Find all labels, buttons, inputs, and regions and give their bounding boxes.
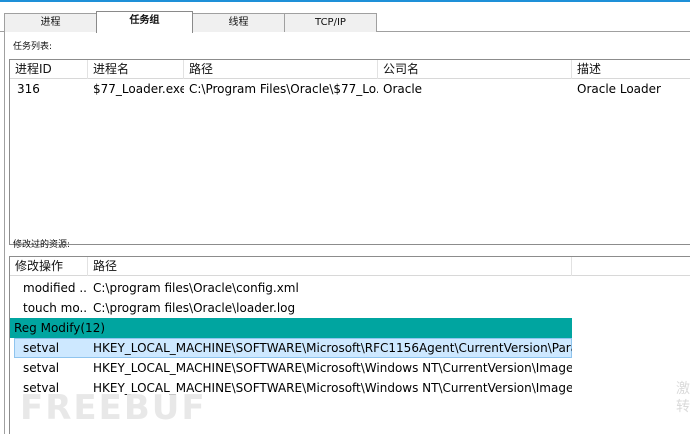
modified-resources-view[interactable]: 修改操作 路径 modified ... C:\program files\Or… [9, 256, 690, 434]
column-header-resource-path[interactable]: 路径 [88, 257, 572, 276]
cell-operation: modified ... [23, 281, 88, 295]
column-header-process-name[interactable]: 进程名 [88, 60, 184, 79]
list-item[interactable]: setval HKEY_LOCAL_MACHINE\SOFTWARE\Micro… [10, 378, 690, 398]
column-header-empty [572, 257, 690, 276]
cell-operation: touch mo... [23, 301, 88, 315]
reg-modify-group-header[interactable]: Reg Modify(12) [10, 318, 572, 338]
cell-description: Oracle Loader [577, 82, 661, 96]
cell-path: C:\Program Files\Oracle\$77_Lo... [189, 82, 378, 96]
task-list-view[interactable]: 进程ID 进程名 路径 公司名 描述 316 $77_Loader.exe C:… [9, 59, 690, 245]
cell-resource-path: HKEY_LOCAL_MACHINE\SOFTWARE\Microsoft\RF… [93, 341, 572, 355]
cell-process-name: $77_Loader.exe [93, 82, 184, 96]
modified-resources-header: 修改操作 路径 [10, 257, 690, 276]
column-header-company[interactable]: 公司名 [378, 60, 572, 79]
table-row[interactable]: 316 $77_Loader.exe C:\Program Files\Orac… [10, 79, 690, 99]
tab-threads[interactable]: 线程 [192, 13, 285, 32]
side-watermark: 激 转 [676, 381, 690, 415]
list-item[interactable]: setval HKEY_LOCAL_MACHINE\SOFTWARE\Micro… [10, 358, 690, 378]
modified-resources-label: 修改过的资源: [13, 240, 71, 250]
tab-strip: 进程 任务组 线程 TCP/IP [0, 11, 690, 33]
tab-tcpip[interactable]: TCP/IP [284, 13, 377, 32]
list-item-selected[interactable]: setval HKEY_LOCAL_MACHINE\SOFTWARE\Micro… [10, 338, 690, 358]
cell-resource-path: HKEY_LOCAL_MACHINE\SOFTWARE\Microsoft\Wi… [93, 381, 572, 395]
list-item[interactable]: modified ... C:\program files\Oracle\con… [10, 278, 690, 298]
tab-panel: 任务列表: 进程ID 进程名 路径 公司名 描述 316 $77_Loader.… [4, 32, 690, 434]
tab-task-group[interactable]: 任务组 [96, 11, 193, 33]
cell-operation: setval [23, 361, 60, 375]
cell-operation: setval [23, 381, 60, 395]
column-header-path[interactable]: 路径 [184, 60, 378, 79]
cell-resource-path: C:\program files\Oracle\loader.log [93, 301, 296, 315]
list-item[interactable]: touch mo... C:\program files\Oracle\load… [10, 298, 690, 318]
column-header-description[interactable]: 描述 [572, 60, 690, 79]
cell-resource-path: C:\program files\Oracle\config.xml [93, 281, 299, 295]
cell-pid: 316 [17, 82, 40, 96]
tab-processes[interactable]: 进程 [4, 13, 97, 32]
task-list-header: 进程ID 进程名 路径 公司名 描述 [10, 60, 690, 79]
window-top-accent [0, 0, 690, 2]
cell-operation: setval [23, 341, 60, 355]
task-list-label: 任务列表: [13, 42, 53, 52]
cell-company: Oracle [383, 82, 423, 96]
column-header-operation[interactable]: 修改操作 [10, 257, 88, 276]
column-header-pid[interactable]: 进程ID [10, 60, 88, 79]
cell-resource-path: HKEY_LOCAL_MACHINE\SOFTWARE\Microsoft\Wi… [93, 361, 572, 375]
